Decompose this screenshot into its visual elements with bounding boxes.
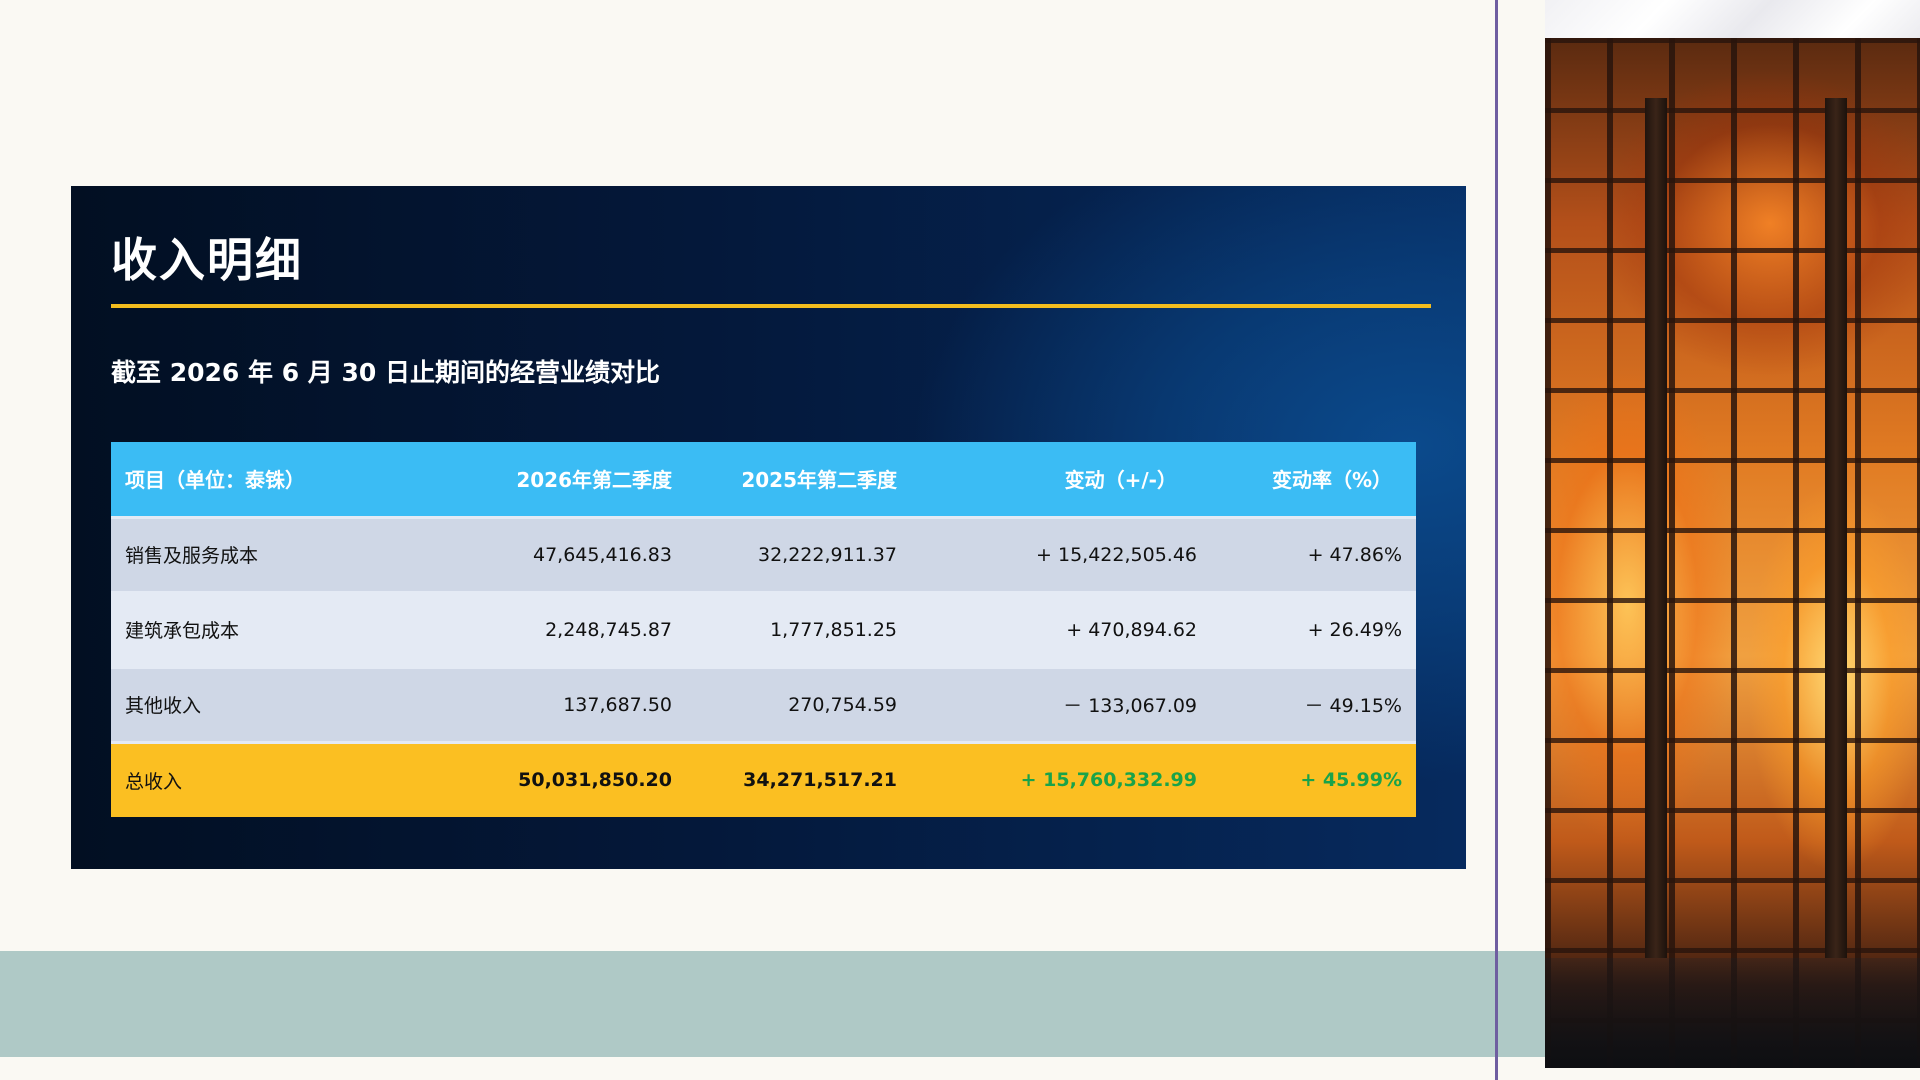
header-change-rate: 变动率（%）: [1211, 442, 1416, 517]
cell-change: + 15,422,505.46: [911, 515, 1211, 592]
header-q2-2026: 2026年第二季度: [456, 442, 686, 517]
header-item: 项目（单位：泰铢）: [111, 442, 456, 517]
cell-q2-2026: 47,645,416.83: [456, 515, 686, 592]
photo-steel-post: [1825, 98, 1847, 958]
cell-q2-2025: 1,777,851.25: [686, 590, 911, 667]
revenue-table: 项目（单位：泰铢） 2026年第二季度 2025年第二季度 变动（+/-） 变动…: [111, 442, 1416, 817]
total-item: 总收入: [111, 740, 456, 817]
cell-change-rate: + 47.86%: [1211, 515, 1416, 592]
photo-frame-grid: [1545, 38, 1920, 1068]
table-header-row: 项目（单位：泰铢） 2026年第二季度 2025年第二季度 变动（+/-） 变动…: [111, 442, 1416, 517]
table-row: 建筑承包成本 2,248,745.87 1,777,851.25 + 470,8…: [111, 590, 1416, 667]
cell-item: 销售及服务成本: [111, 515, 456, 592]
cell-change: + 470,894.62: [911, 590, 1211, 667]
total-q2-2026: 50,031,850.20: [456, 740, 686, 817]
cell-change-rate: － 49.15%: [1211, 665, 1416, 742]
photo-floor-shadow: [1545, 958, 1920, 1068]
cell-item: 其他收入: [111, 665, 456, 742]
table-total-row: 总收入 50,031,850.20 34,271,517.21 + 15,760…: [111, 740, 1416, 817]
slide: 收入明细 截至 2026 年 6 月 30 日止期间的经营业绩对比 项目（单位：…: [0, 0, 1920, 1080]
cell-item: 建筑承包成本: [111, 590, 456, 667]
table-row: 销售及服务成本 47,645,416.83 32,222,911.37 + 15…: [111, 515, 1416, 592]
cell-q2-2025: 32,222,911.37: [686, 515, 911, 592]
title-underline: [111, 304, 1431, 308]
total-change: + 15,760,332.99: [911, 740, 1211, 817]
burning-building-photo: [1545, 38, 1920, 1068]
total-q2-2025: 34,271,517.21: [686, 740, 911, 817]
cell-q2-2025: 270,754.59: [686, 665, 911, 742]
cell-q2-2026: 2,248,745.87: [456, 590, 686, 667]
cell-change-rate: + 26.49%: [1211, 590, 1416, 667]
page-subtitle: 截至 2026 年 6 月 30 日止期间的经营业绩对比: [111, 358, 660, 387]
vertical-divider: [1495, 0, 1498, 1080]
page-title: 收入明细: [111, 233, 303, 287]
header-change: 变动（+/-）: [911, 442, 1211, 517]
header-q2-2025: 2025年第二季度: [686, 442, 911, 517]
table-row: 其他收入 137,687.50 270,754.59 － 133,067.09 …: [111, 665, 1416, 742]
photo-top-strip: [1545, 0, 1920, 38]
revenue-card: 收入明细 截至 2026 年 6 月 30 日止期间的经营业绩对比 项目（单位：…: [71, 186, 1466, 869]
total-change-rate: + 45.99%: [1211, 740, 1416, 817]
photo-steel-post: [1645, 98, 1667, 958]
cell-change: － 133,067.09: [911, 665, 1211, 742]
cell-q2-2026: 137,687.50: [456, 665, 686, 742]
